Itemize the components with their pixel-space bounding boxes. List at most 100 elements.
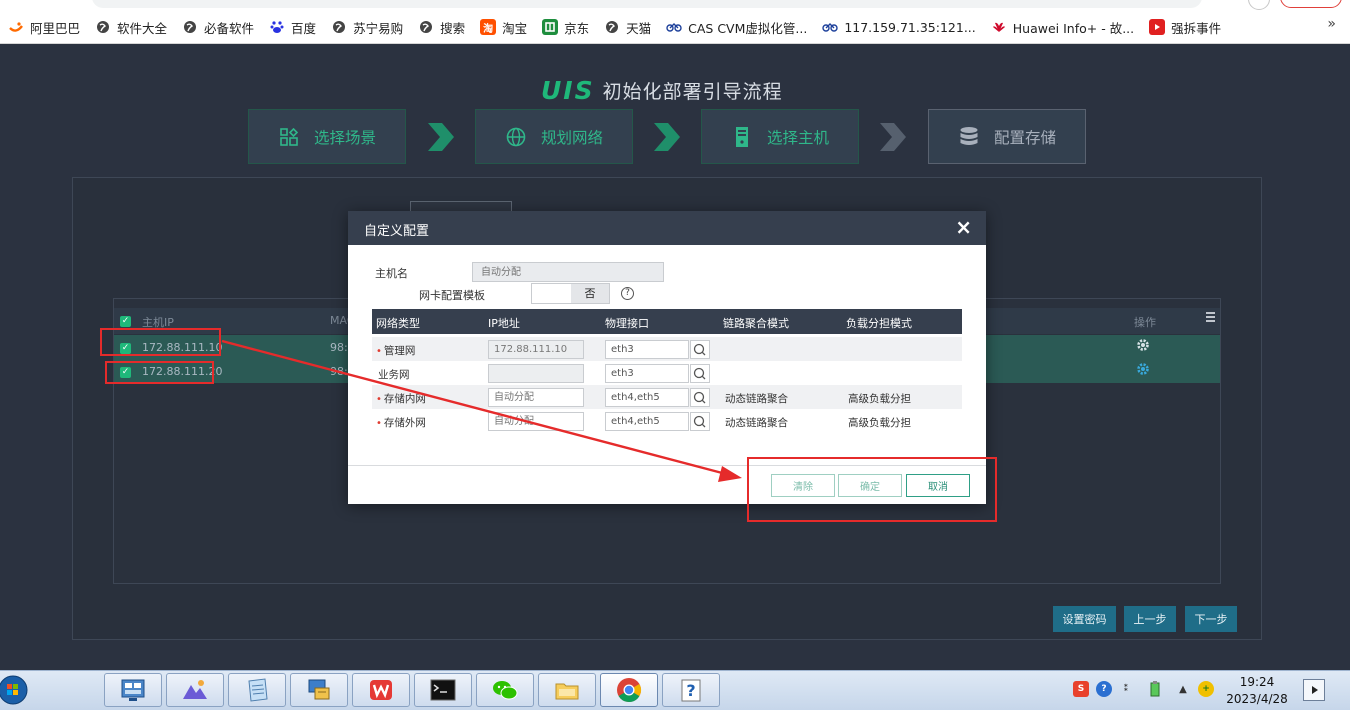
search-icon[interactable] xyxy=(690,364,710,383)
hostname-input[interactable] xyxy=(472,262,664,282)
bookmark-label: 117.159.71.35:121... xyxy=(844,19,976,35)
bookmark-item[interactable]: Huawei Info+ - 故... xyxy=(987,15,1145,39)
tray-small-icon[interactable]: ⁑ xyxy=(1118,681,1134,697)
globe-icon xyxy=(95,19,111,35)
bookmark-item[interactable]: 117.159.71.35:121... xyxy=(818,15,986,39)
network-type-cell: • 存储外网 xyxy=(376,417,426,429)
taskbar-remote-desktop[interactable] xyxy=(290,673,348,707)
taskbar-photos[interactable] xyxy=(166,673,224,707)
step-select-host[interactable]: 选择主机 xyxy=(701,109,859,164)
profile-button[interactable] xyxy=(1280,0,1342,8)
sogou-ime-icon[interactable]: S xyxy=(1073,681,1089,697)
close-icon[interactable]: × xyxy=(955,217,972,237)
terminal-icon xyxy=(430,679,456,701)
taskbar-notepad[interactable] xyxy=(228,673,286,707)
annotation-box-buttons xyxy=(747,457,997,522)
ip-address-input[interactable] xyxy=(488,340,584,359)
column-menu-icon[interactable] xyxy=(1206,312,1215,324)
taskbar-help[interactable]: ? xyxy=(662,673,720,707)
col-load-balancing: 负载分担模式 xyxy=(846,317,912,330)
hostname-label: 主机名 xyxy=(375,267,408,280)
search-icon[interactable] xyxy=(690,340,710,359)
control-panel-icon xyxy=(121,679,145,701)
clock-date: 2023/4/28 xyxy=(1226,692,1288,706)
bookmark-item[interactable]: 强拆事件 xyxy=(1145,15,1232,39)
annotation-box-host2 xyxy=(105,361,214,384)
network-type-cell: • 存储内网 xyxy=(376,393,426,405)
search-icon[interactable] xyxy=(690,412,710,431)
bookmarks-more-button[interactable]: » xyxy=(1327,16,1336,32)
start-button-icon[interactable] xyxy=(0,672,30,708)
help-tray-icon[interactable]: ? xyxy=(1096,681,1112,697)
globe-icon xyxy=(418,19,434,35)
step-config-storage[interactable]: 配置存储 xyxy=(928,109,1086,164)
network-type-cell: 业务网 xyxy=(378,369,410,381)
nic-template-label: 网卡配置模板 xyxy=(419,289,485,302)
ip-address-input[interactable] xyxy=(488,364,584,383)
globe-icon xyxy=(331,19,347,35)
bookmark-item[interactable]: CAS CVM虚拟化管... xyxy=(662,15,818,39)
select-all-checkbox[interactable]: ✓ xyxy=(120,316,131,327)
prev-step-button[interactable]: 上一步 xyxy=(1124,606,1176,632)
step-label: 选择场景 xyxy=(313,128,376,147)
bookmark-item[interactable]: 苏宁易购 xyxy=(327,15,414,39)
browser-toolbar: 阿里巴巴 软件大全 必备软件 百度 苏宁易购 搜索淘淘宝 京东 天猫 CAS CVM虚拟化管..… xyxy=(0,0,1350,44)
ip-address-input[interactable] xyxy=(488,412,584,431)
huawei-icon xyxy=(991,19,1007,35)
interface-input[interactable] xyxy=(605,412,689,431)
interface-input[interactable] xyxy=(605,388,689,407)
bookmark-item[interactable]: 淘淘宝 xyxy=(476,15,538,39)
wechat-icon xyxy=(493,681,518,700)
bookmark-item[interactable]: 天猫 xyxy=(600,15,662,39)
bookmark-item[interactable]: 京东 xyxy=(538,15,600,39)
taskbar-wps[interactable] xyxy=(352,673,410,707)
bookmark-label: CAS CVM虚拟化管... xyxy=(688,20,808,36)
show-desktop-button[interactable] xyxy=(1303,679,1325,701)
taobao-icon: 淘 xyxy=(480,19,497,35)
usb-device-icon[interactable] xyxy=(1147,681,1163,697)
step-plan-network[interactable]: 规划网络 xyxy=(475,109,633,164)
toggle-no-option[interactable]: 否 xyxy=(571,284,609,303)
taskbar-control-panel[interactable] xyxy=(104,673,162,707)
taskbar-chrome[interactable] xyxy=(600,673,658,707)
search-icon[interactable] xyxy=(690,388,710,407)
bookmark-item[interactable]: 必备软件 xyxy=(178,15,265,39)
tray-expand-icon[interactable]: ▲ xyxy=(1175,681,1191,697)
settings-gear-icon[interactable] xyxy=(1136,362,1150,376)
uis-logo: UIS xyxy=(541,76,595,105)
system-clock[interactable]: 19:24 2023/4/28 xyxy=(1226,674,1288,708)
load-balancing-value: 高级负载分担 xyxy=(848,417,911,429)
col-physical-interface: 物理接口 xyxy=(605,317,649,330)
bike-icon xyxy=(666,19,682,35)
globe-icon xyxy=(505,126,527,148)
address-bar[interactable] xyxy=(92,0,1202,8)
help-icon[interactable]: ? xyxy=(621,287,634,300)
bookmark-label: 阿里巴巴 xyxy=(30,20,81,36)
svg-text:?: ? xyxy=(686,681,695,700)
settings-gear-icon[interactable] xyxy=(1136,338,1150,352)
tray-app-icon[interactable]: + xyxy=(1198,681,1214,697)
set-password-button[interactable]: 设置密码 xyxy=(1053,606,1116,632)
bookmark-item[interactable]: 软件大全 xyxy=(91,15,178,39)
next-step-button[interactable]: 下一步 xyxy=(1185,606,1237,632)
step-arrow-icon xyxy=(880,123,906,151)
scene-icon xyxy=(278,126,300,148)
taskbar-wechat[interactable] xyxy=(476,673,534,707)
bookmark-item[interactable]: 百度 xyxy=(265,15,327,39)
ip-address-input[interactable] xyxy=(488,388,584,407)
nic-template-toggle[interactable]: 否 xyxy=(531,283,610,304)
bookmark-item[interactable]: 搜索 xyxy=(414,15,476,39)
step-select-scene[interactable]: 选择场景 xyxy=(248,109,406,164)
server-icon xyxy=(731,126,753,148)
interface-input[interactable] xyxy=(605,364,689,383)
bookmark-item[interactable]: 阿里巴巴 xyxy=(4,15,91,39)
remote-desktop-icon xyxy=(308,679,330,700)
app-header: UIS 初始化部署引导流程 xyxy=(541,76,783,105)
taskbar-cmd[interactable] xyxy=(414,673,472,707)
window-control-button[interactable] xyxy=(1248,0,1270,10)
folder-icon xyxy=(555,683,579,700)
bookmark-label: Huawei Info+ - 故... xyxy=(1012,20,1135,36)
taskbar-file-explorer[interactable] xyxy=(538,673,596,707)
wizard-steps: 选择场景 规划网络 选择主机 配置存储 xyxy=(248,109,1088,165)
interface-input[interactable] xyxy=(605,340,689,359)
